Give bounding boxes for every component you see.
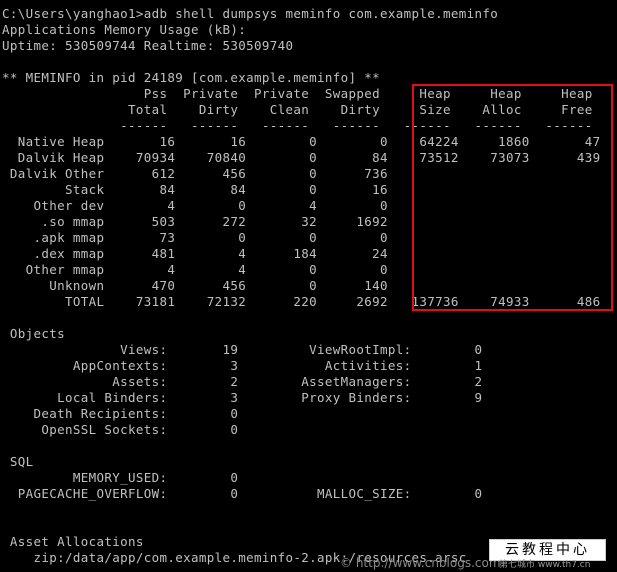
- objects-row: OpenSSL Sockets: 0: [2, 422, 239, 437]
- objects-row: Assets: 2 AssetManagers: 2: [2, 374, 483, 389]
- table-row: Stack 84 84 0 16: [2, 182, 388, 197]
- watermark-url: © http://www.cnblogs.com: [340, 556, 501, 570]
- heap-columns-highlight: [412, 84, 613, 311]
- header-line: Applications Memory Usage (kB):: [2, 22, 247, 37]
- watermark-logo: 云教程中心: [489, 539, 606, 561]
- sql-row: PAGECACHE_OVERFLOW: 0 MALLOC_SIZE: 0: [2, 486, 483, 501]
- sql-heading: SQL: [2, 454, 34, 469]
- table-row: .apk mmap 73 0 0 0: [2, 230, 388, 245]
- uptime-line: Uptime: 530509744 Realtime: 530509740: [2, 38, 294, 53]
- sql-row: MEMORY_USED: 0: [2, 470, 239, 485]
- objects-row: Local Binders: 3 Proxy Binders: 9: [2, 390, 483, 405]
- asset-allocations-heading: Asset Allocations: [2, 534, 144, 549]
- objects-row: AppContexts: 3 Activities: 1: [2, 358, 483, 373]
- table-row: .so mmap 503 272 32 1692: [2, 214, 388, 229]
- command-line: C:\Users\yanghao1>adb shell dumpsys memi…: [2, 6, 499, 21]
- table-row: Unknown 470 456 0 140: [2, 278, 388, 293]
- watermark-corner: 第七城市 www.th7.cn: [499, 560, 591, 570]
- objects-heading: Objects: [2, 326, 66, 341]
- meminfo-title: ** MEMINFO in pid 24189 [com.example.mem…: [2, 70, 381, 85]
- console-window[interactable]: C:\Users\yanghao1>adb shell dumpsys memi…: [0, 0, 617, 572]
- table-row: Other dev 4 0 4 0: [2, 198, 388, 213]
- objects-row: Views: 19 ViewRootImpl: 0: [2, 342, 483, 357]
- table-row: .dex mmap 481 4 184 24: [2, 246, 388, 261]
- table-row: Other mmap 4 4 0 0: [2, 262, 388, 277]
- table-row: Dalvik Other 612 456 0 736: [2, 166, 388, 181]
- objects-row: Death Recipients: 0: [2, 406, 239, 421]
